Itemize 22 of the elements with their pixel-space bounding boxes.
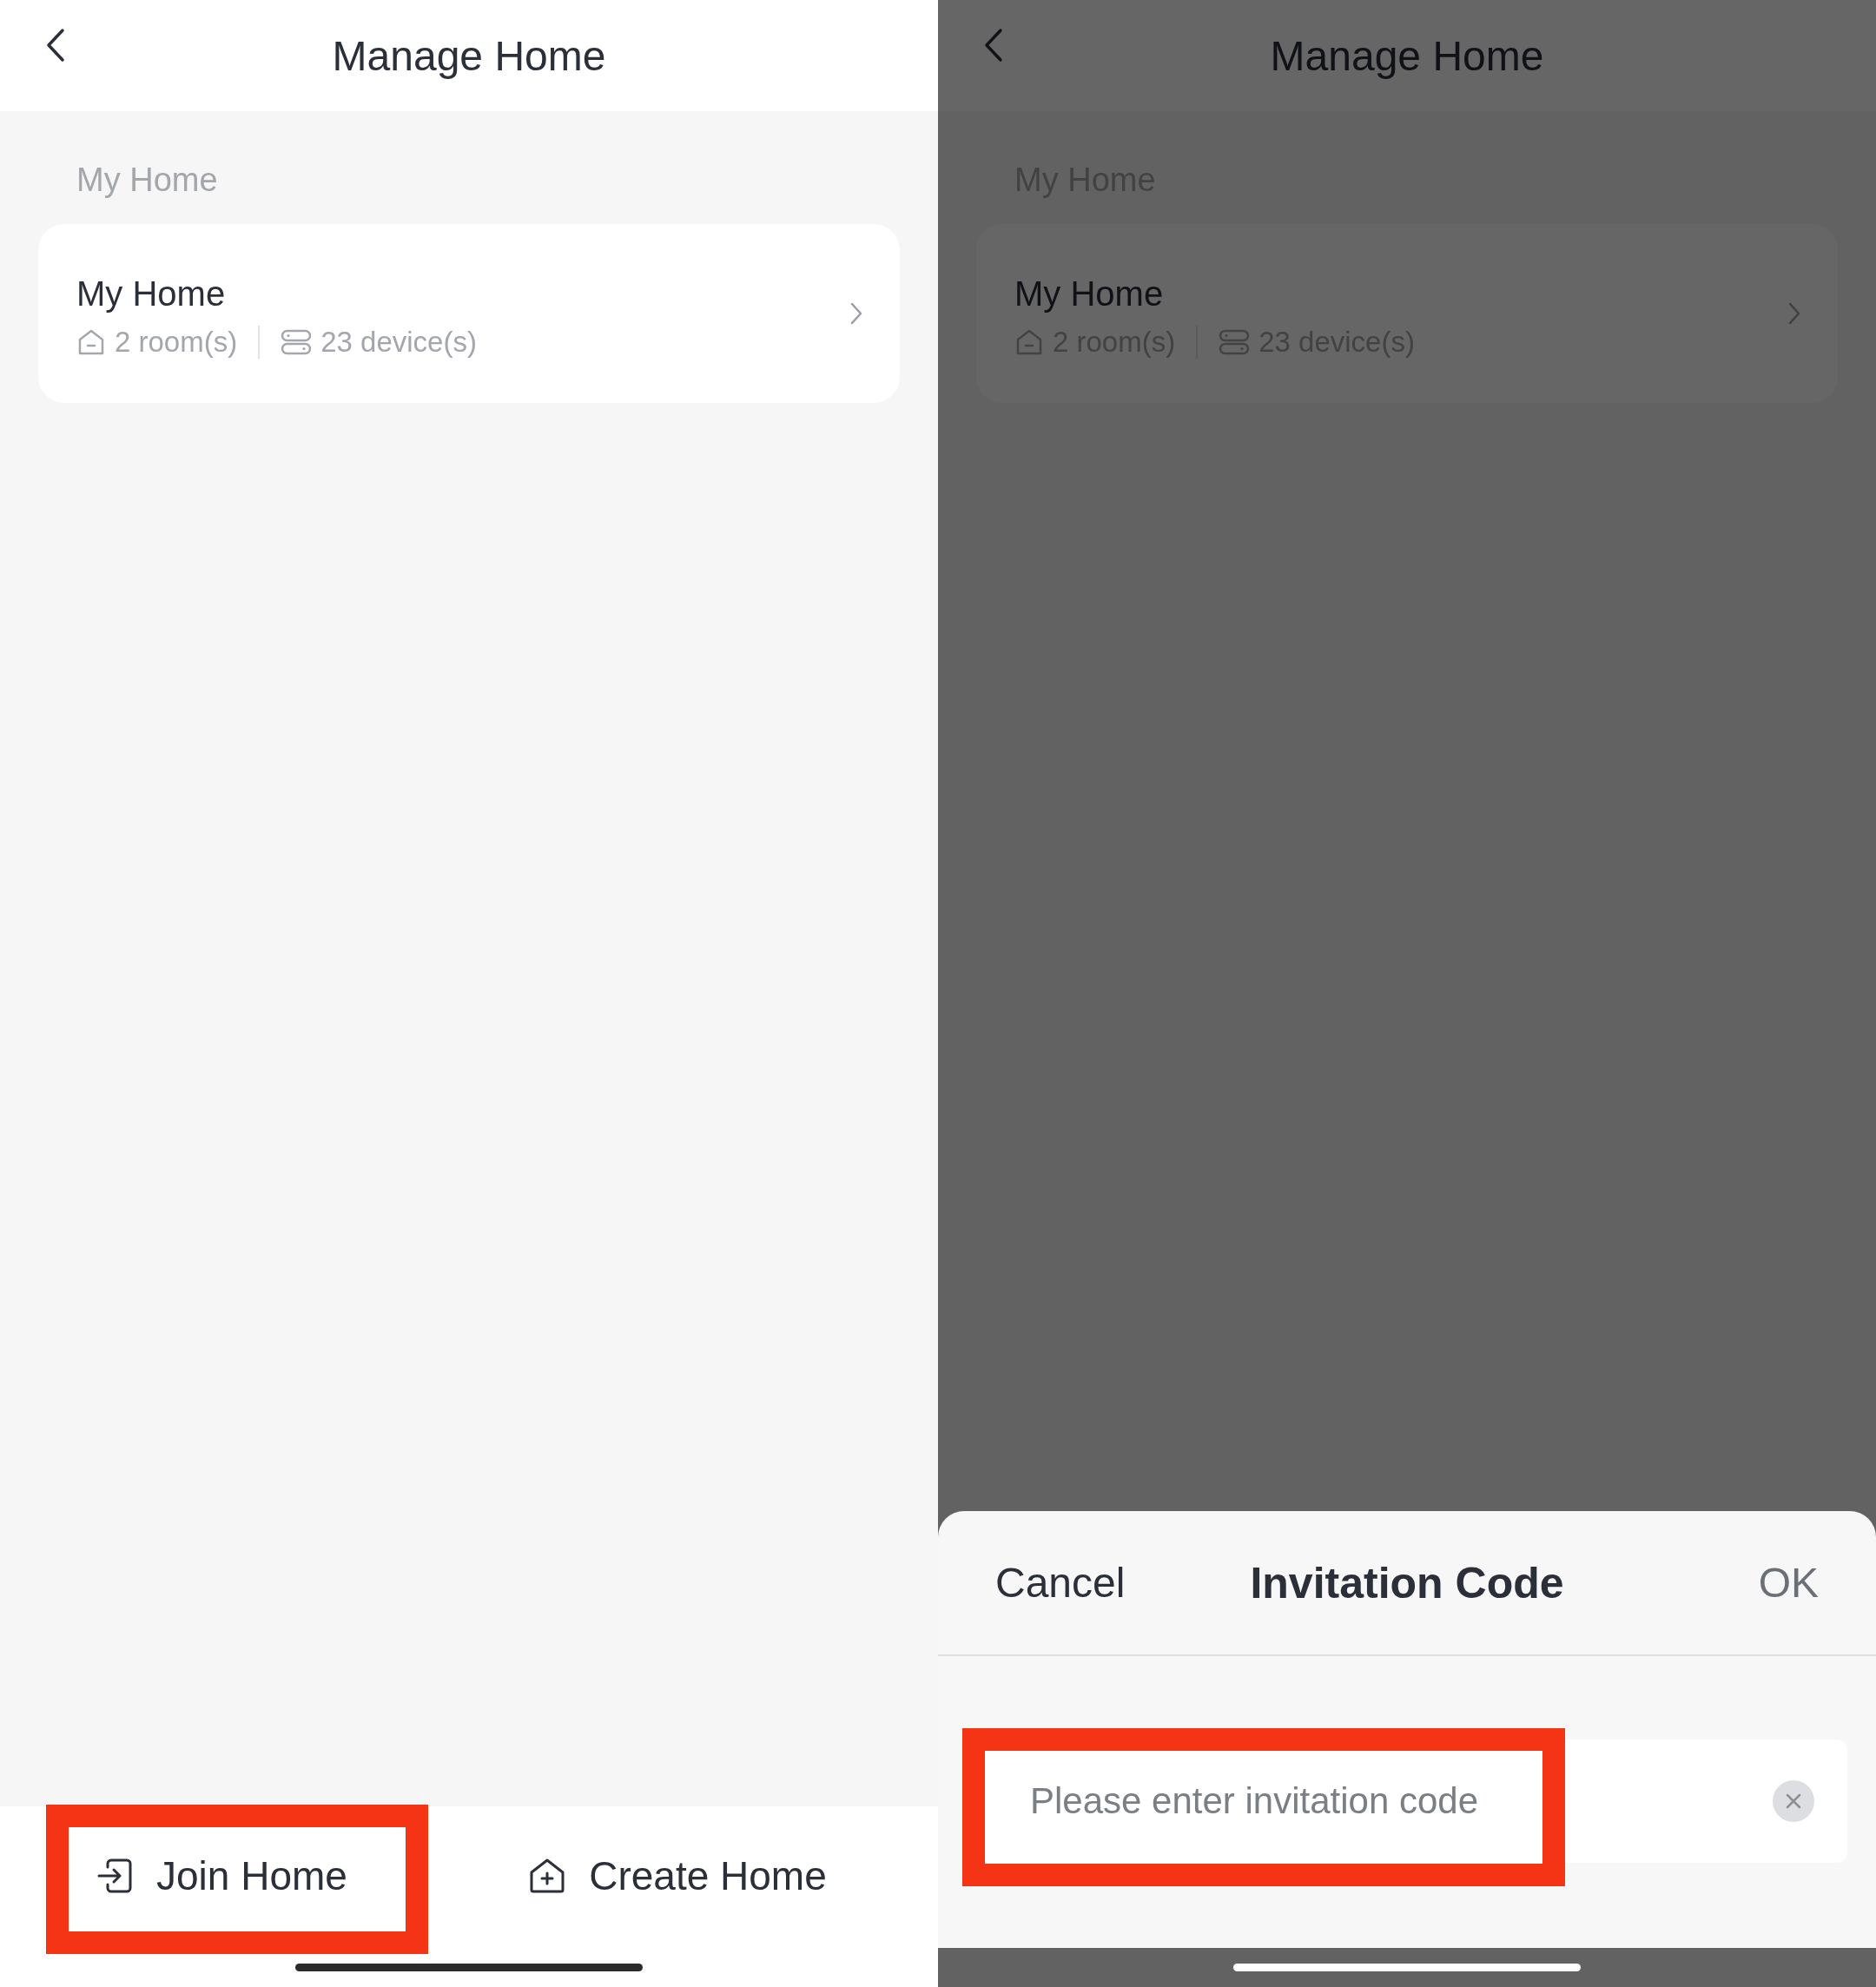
- server-icon: [1219, 327, 1251, 356]
- section-label: My Home: [76, 161, 219, 200]
- clear-icon[interactable]: [1773, 1780, 1814, 1822]
- home-name: My Home: [1014, 274, 1165, 314]
- code-input[interactable]: Please enter invitation code: [1030, 1780, 1516, 1822]
- back-icon[interactable]: [45, 28, 66, 63]
- enter-icon: [96, 1857, 134, 1895]
- device-count: 23 device(s): [320, 325, 477, 359]
- home-name: My Home: [76, 274, 227, 314]
- chevron-right-icon: [1787, 301, 1801, 326]
- home-card[interactable]: My Home 2 room(s) 23 device(s): [38, 224, 900, 403]
- server-icon: [281, 327, 313, 356]
- add-home-icon: [528, 1857, 567, 1895]
- create-home-button[interactable]: Create Home: [417, 1806, 938, 1945]
- join-home-button[interactable]: Join Home: [0, 1806, 417, 1945]
- page-title: Manage Home: [332, 31, 606, 80]
- cancel-button[interactable]: Cancel: [995, 1559, 1126, 1607]
- page-title: Manage Home: [1270, 31, 1544, 80]
- ok-button[interactable]: OK: [1758, 1559, 1819, 1607]
- sheet-title: Invitation Code: [1250, 1557, 1564, 1608]
- room-count: 2 room(s): [115, 325, 238, 359]
- chevron-right-icon: [849, 301, 863, 326]
